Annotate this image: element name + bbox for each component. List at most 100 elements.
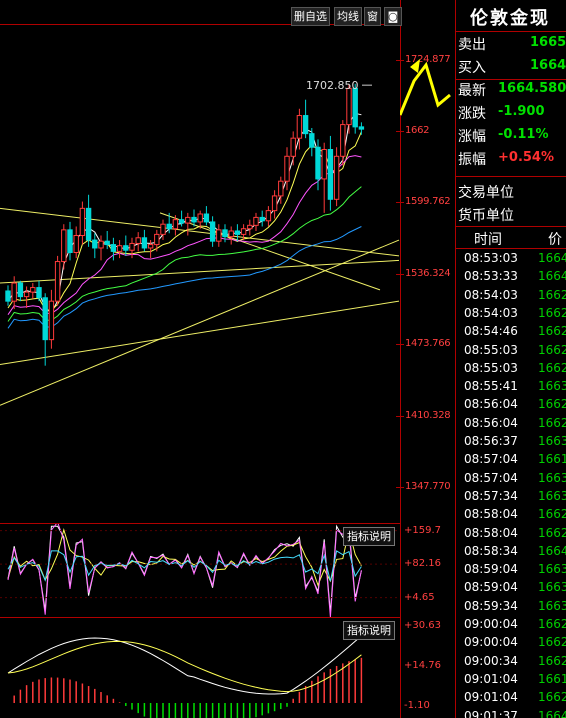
candle-body: [216, 229, 222, 242]
trend-line: [0, 300, 400, 366]
tick-row[interactable]: 09:00:34 1662: [458, 654, 566, 672]
candle-body: [321, 149, 327, 180]
candle-body: [61, 229, 67, 263]
price-tick-label: 1347.770: [405, 481, 451, 493]
candle-body: [284, 155, 290, 182]
pin-icon[interactable]: ◙: [384, 7, 402, 26]
candle-body: [116, 245, 123, 252]
tick-time: 09:01:04: [464, 690, 518, 705]
tick-price: 1662: [538, 287, 566, 302]
candle-body: [259, 216, 265, 222]
tick-row[interactable]: 08:59:04 1663: [458, 562, 566, 580]
tick-row[interactable]: 08:56:04 1662: [458, 416, 566, 434]
tick-header-price: 价: [548, 232, 562, 248]
macd-line: [7, 635, 362, 695]
tick-row[interactable]: 08:54:46 1662: [458, 324, 566, 342]
tick-time: 08:58:04: [464, 525, 518, 540]
candle-body: [73, 235, 79, 253]
tick-row[interactable]: 08:59:34 1663: [458, 599, 566, 617]
trade-unit-label: 交易单位: [458, 185, 514, 201]
tick-price: 1662: [538, 397, 566, 412]
tick-price: 1662: [538, 305, 566, 320]
tick-row[interactable]: 08:58:04 1662: [458, 507, 566, 525]
candle-body: [247, 224, 253, 230]
candle-body: [234, 230, 241, 235]
candle-body: [85, 207, 92, 241]
annotation-arrows: [400, 59, 451, 116]
tick-time: 08:56:37: [464, 434, 518, 448]
tick-row[interactable]: 08:55:03 1662: [458, 361, 566, 379]
tick-row[interactable]: 08:56:04 1662: [458, 397, 566, 415]
candle-body: [203, 213, 210, 223]
tick-time: 08:54:03: [464, 287, 518, 302]
tick-time: 08:59:04: [464, 562, 518, 577]
average-line-button[interactable]: 均线: [334, 7, 362, 26]
indicator-help-button-2[interactable]: 指标说明: [343, 621, 395, 640]
candle-body: [278, 180, 284, 197]
tick-price: 1663: [538, 598, 566, 613]
tick-row[interactable]: 09:01:37 1664: [458, 709, 566, 718]
tick-price: 1664: [538, 269, 566, 284]
price-tick-mark: [396, 201, 404, 203]
tick-price: 1662: [538, 507, 566, 522]
tick-price: 1662: [538, 360, 566, 375]
tick-row[interactable]: 08:56:37 1663: [458, 434, 566, 452]
quote-divider: [456, 176, 566, 177]
tick-row[interactable]: 08:57:04 1661: [458, 452, 566, 470]
tick-time: 08:54:03: [464, 305, 518, 320]
tick-time: 08:58:34: [464, 543, 518, 558]
indicator-help-button-1[interactable]: 指标说明: [343, 527, 395, 546]
tick-row[interactable]: 08:55:41 1663: [458, 379, 566, 397]
quote-label: 涨跌: [458, 106, 486, 122]
window-button[interactable]: 窗: [364, 7, 381, 26]
tick-row[interactable]: 08:54:03 1662: [458, 288, 566, 306]
candle-body: [147, 244, 154, 249]
tick-row[interactable]: 08:54:03 1662: [458, 306, 566, 324]
oscillator-line: [7, 527, 362, 587]
tick-price: 1663: [538, 488, 566, 503]
tick-row[interactable]: 08:59:04 1663: [458, 580, 566, 598]
tick-row[interactable]: 08:53:03 1664: [458, 251, 566, 269]
tick-row[interactable]: 08:53:33 1664: [458, 269, 566, 287]
candle-body: [315, 146, 321, 180]
candle-body: [172, 219, 179, 230]
candle-body: [92, 239, 98, 249]
candle-body: [129, 242, 135, 251]
candle-body: [346, 87, 352, 126]
tick-row[interactable]: 09:01:04 1662: [458, 690, 566, 708]
tick-row[interactable]: 09:00:04 1662: [458, 635, 566, 653]
moving-average-line: [7, 155, 362, 315]
chart-window: 删自选 均线 窗 ◙ 1702.850 1724.877 1662 1599.762…: [0, 0, 566, 718]
tick-row[interactable]: 08:57:04 1663: [458, 471, 566, 489]
candle-body: [5, 290, 11, 302]
macd-chart: [7, 635, 363, 718]
oscillator-tick-label: +82.16: [404, 558, 442, 570]
quote-label: 振幅: [458, 152, 486, 168]
macd-tick-label: +14.76: [404, 660, 442, 672]
tick-row[interactable]: 09:00:04 1662: [458, 617, 566, 635]
quote-value: 1665.: [530, 35, 566, 50]
candle-body: [290, 137, 296, 157]
tick-time: 08:56:04: [464, 397, 518, 412]
candle-body: [160, 223, 166, 235]
candle-body: [30, 287, 36, 293]
price-tick-label: 1536.324: [405, 267, 451, 279]
instrument-title: 伦敦金现: [470, 8, 550, 29]
oscillator-line: [7, 550, 362, 582]
tick-header-divider: [456, 248, 566, 249]
candle-body: [340, 124, 346, 157]
tick-price: 1664: [538, 251, 566, 265]
candle-body: [166, 223, 172, 230]
tick-row[interactable]: 08:55:03 1662: [458, 343, 566, 361]
tick-row[interactable]: 09:01:04 1661: [458, 672, 566, 690]
quote-value: 1664.580: [498, 81, 566, 96]
tick-row[interactable]: 08:58:04 1662: [458, 526, 566, 544]
oscillator-tick-label: +159.7: [404, 524, 442, 536]
candle-body: [222, 229, 228, 238]
tick-row[interactable]: 08:57:34 1663: [458, 489, 566, 507]
quote-label: 卖出: [458, 37, 486, 53]
delete-watchlist-button[interactable]: 删自选: [291, 7, 330, 26]
tick-time: 09:00:04: [464, 617, 518, 631]
candlestick-chart: 1702.850: [0, 79, 400, 406]
tick-row[interactable]: 08:58:34 1664: [458, 544, 566, 562]
